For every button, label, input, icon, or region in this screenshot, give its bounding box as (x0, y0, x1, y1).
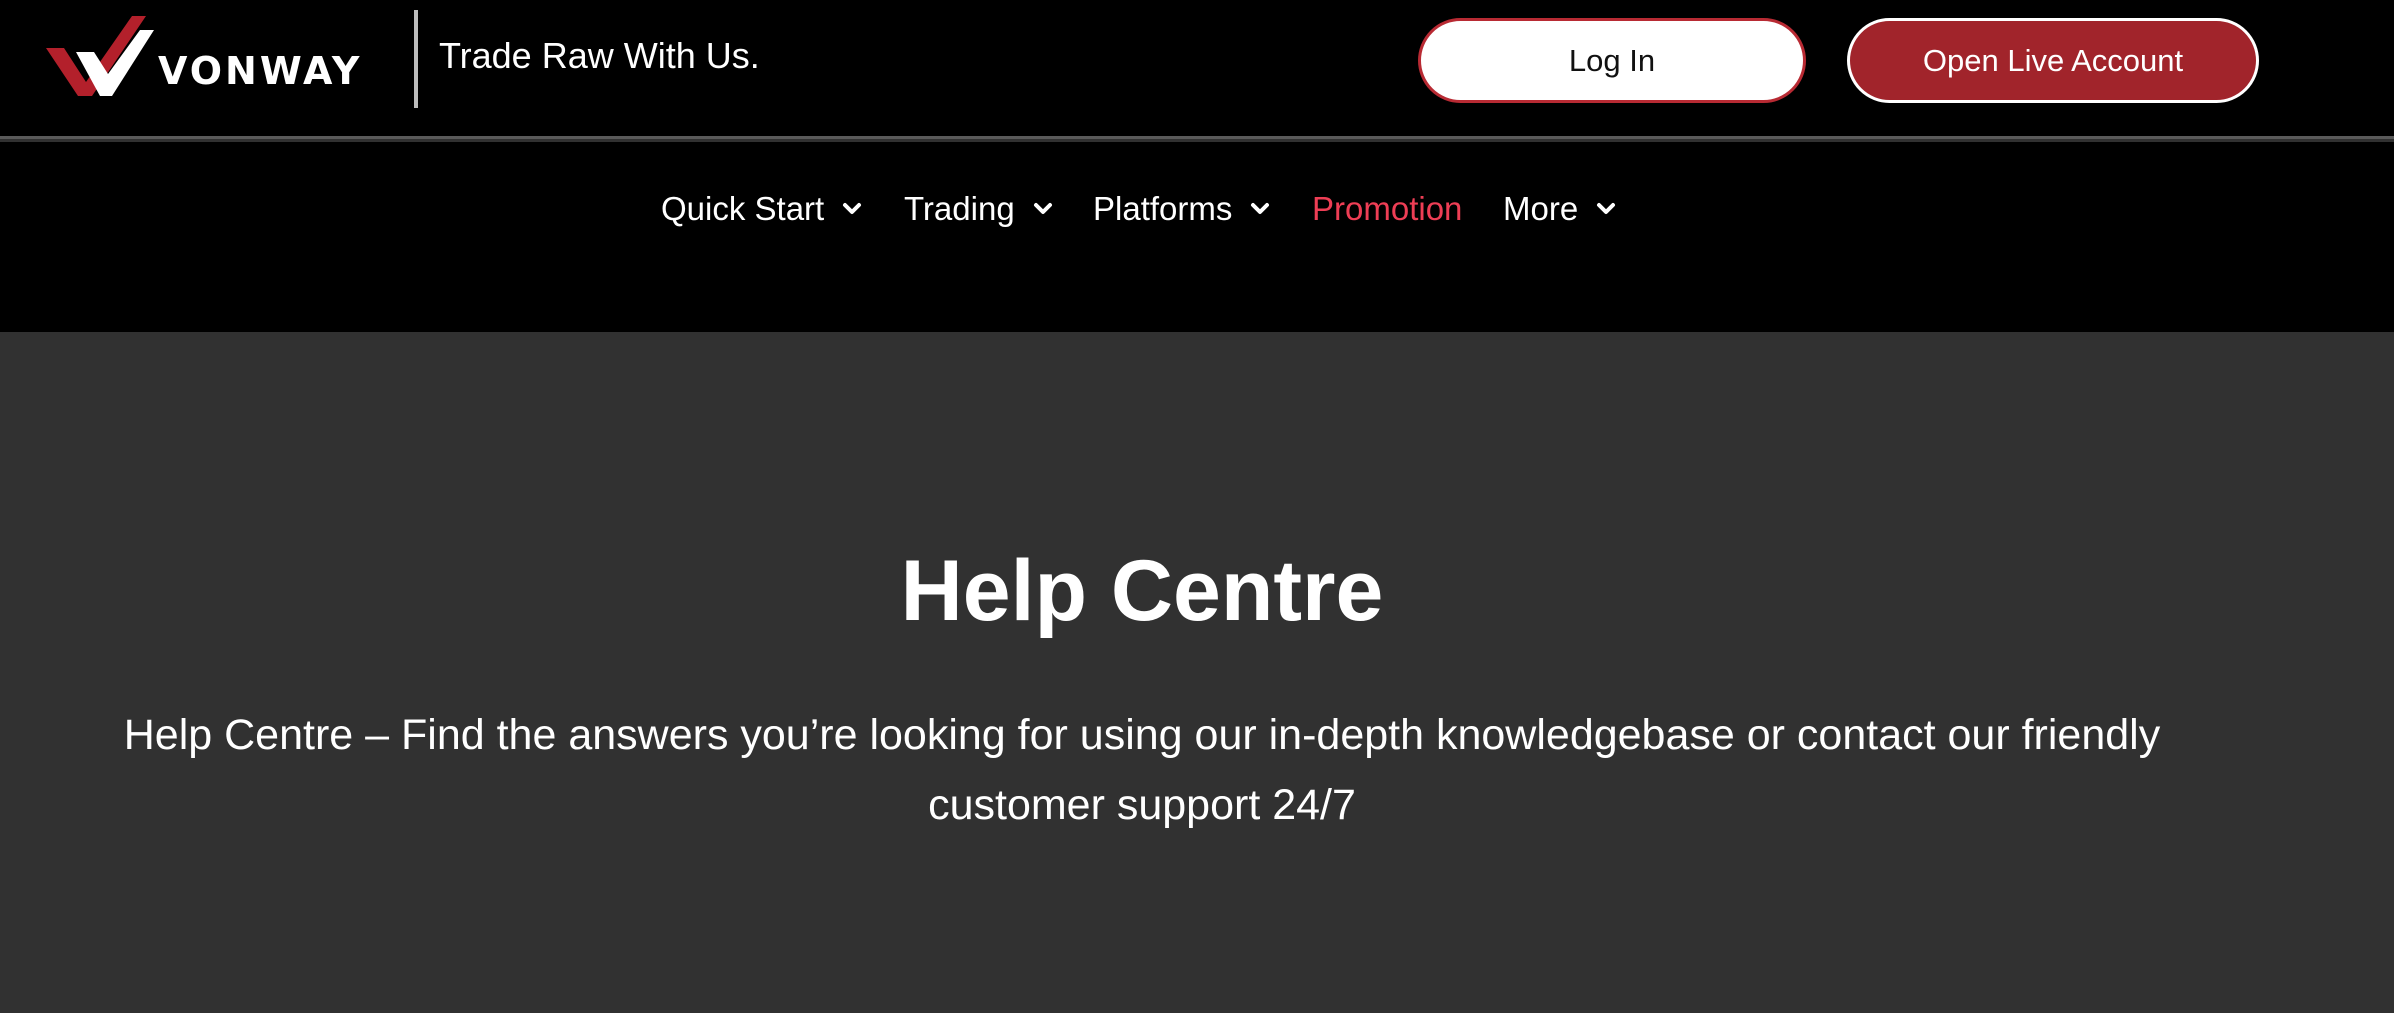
vonway-logo[interactable]: VONWAY (46, 12, 376, 98)
login-button[interactable]: Log In (1418, 18, 1806, 103)
main-nav: Quick Start Trading Platforms Promotion … (0, 142, 2394, 332)
chevron-down-icon (1251, 203, 1270, 214)
chevron-down-icon (1033, 203, 1052, 214)
top-header: VONWAY Trade Raw With Us. Log In Open Li… (0, 0, 2394, 139)
nav-item-promotion[interactable]: Promotion (1312, 186, 1462, 232)
header-divider (414, 10, 418, 108)
hero-section: Help Centre Help Centre – Find the answe… (0, 332, 2394, 1013)
page-subtitle: Help Centre – Find the answers you’re lo… (123, 711, 2161, 829)
chevron-down-icon (843, 203, 862, 214)
nav-item-label: More (1503, 190, 1579, 227)
nav-item-label: Promotion (1312, 190, 1463, 227)
nav-item-quick-start[interactable]: Quick Start (661, 186, 862, 232)
tagline: Trade Raw With Us. (439, 35, 760, 76)
nav-item-more[interactable]: More (1503, 186, 1616, 232)
nav-item-label: Platforms (1093, 190, 1233, 227)
logo-wordmark: VONWAY (158, 49, 363, 93)
logo-check-icon (46, 16, 154, 96)
nav-item-label: Trading (904, 190, 1015, 227)
open-live-account-button[interactable]: Open Live Account (1847, 18, 2259, 103)
nav-item-label: Quick Start (661, 190, 825, 227)
nav-item-trading[interactable]: Trading (904, 186, 1053, 232)
nav-item-platforms[interactable]: Platforms (1093, 186, 1270, 232)
page-title: Help Centre (900, 543, 1384, 639)
chevron-down-icon (1597, 203, 1616, 214)
